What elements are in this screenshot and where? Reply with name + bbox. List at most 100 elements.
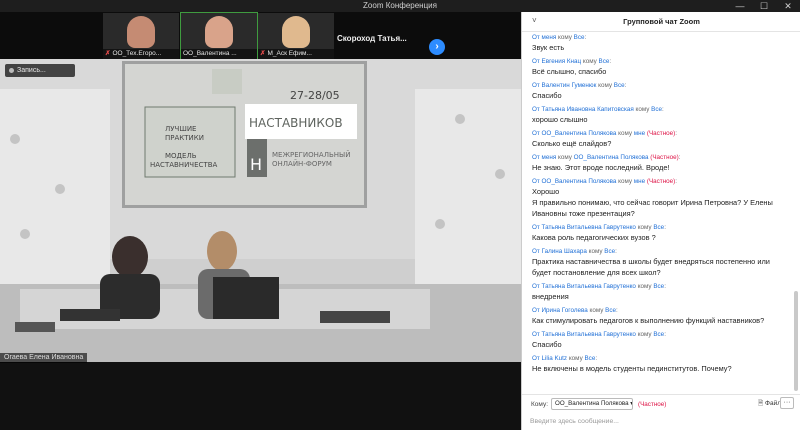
chat-composer: Кому: ОО_Валентина Полякова ▾ (Частное) …: [522, 394, 800, 430]
video-area: ✗ ОО_Тех.Егоро... ОО_Валентина ... ✗ М_Аск…: [0, 12, 521, 430]
window-title: Zoom Конференция: [363, 1, 437, 10]
chat-message: От меня кому Все: Звук есть: [532, 33, 792, 53]
record-button[interactable]: Запись...: [5, 64, 75, 77]
slide-title: НАСТАВНИКОВ: [249, 116, 343, 130]
message-to-word: кому: [598, 82, 613, 89]
message-text: Звук есть: [532, 43, 565, 52]
message-text: Сколько ещё слайдов?: [532, 139, 612, 148]
private-badge: (Частное): [650, 154, 679, 161]
message-recipient: мне: [633, 178, 646, 185]
more-options-button[interactable]: ···: [780, 397, 794, 409]
chat-message: От ОО_Валентина Полякова кому мне (Частн…: [532, 177, 792, 219]
chat-scrollbar[interactable]: [793, 33, 799, 394]
message-recipient: Все: [604, 248, 616, 255]
message-to-word: кому: [589, 307, 604, 314]
chat-message: От Татьяна Витальевна Гаврутенко кому Вс…: [532, 282, 792, 302]
chat-message-meta: От Валентин Гуменюк кому Все:: [532, 82, 627, 89]
chat-message-meta: От Ирина Гоголева кому Все:: [532, 307, 618, 314]
message-to-word: кому: [558, 34, 572, 41]
message-to-word: кому: [582, 58, 597, 65]
title-bar: Zoom Конференция — ☐ ✕: [0, 0, 800, 12]
recipient-label: Кому:: [531, 401, 548, 408]
message-to-word: кому: [637, 283, 652, 290]
slide-letter: Н: [250, 155, 262, 174]
minimize-button[interactable]: —: [728, 0, 752, 12]
message-sender: От Евгения Кнац: [532, 58, 582, 65]
chat-message: От Татьяна Ивановна Капитовская кому Все…: [532, 105, 792, 125]
maximize-button[interactable]: ☐: [752, 0, 776, 12]
chat-message: От Татьяна Витальевна Гаврутенко кому Вс…: [532, 223, 792, 243]
chat-message-meta: От Евгения Кнац кому Все:: [532, 58, 612, 65]
participant-thumbnail[interactable]: ✗ ОО_Тех.Егоро...: [103, 13, 179, 59]
record-label: Запись...: [17, 67, 46, 74]
message-sender: От ОО_Валентина Полякова: [532, 178, 617, 185]
message-recipient: Все: [653, 283, 665, 290]
message-recipient: Все: [613, 82, 625, 89]
participant-thumbnail[interactable]: ✗ М_Аск Ефим...: [258, 13, 334, 59]
message-sender: От ОО_Валентина Полякова: [532, 130, 617, 137]
participant-name: ОО_Валентина ...: [183, 50, 237, 57]
message-sender: От Татьяна Ивановна Капитовская: [532, 106, 634, 113]
chat-message: От Галина Шахара кому Все: Практика наста…: [532, 247, 792, 278]
participant-name-tile[interactable]: Скороход Татья...: [337, 29, 421, 49]
close-button[interactable]: ✕: [776, 0, 800, 12]
message-text: хорошо слышно: [532, 115, 588, 124]
file-label: Файл: [765, 400, 782, 407]
next-page-button[interactable]: ›: [429, 39, 445, 55]
message-recipient: ОО_Валентина Полякова: [573, 154, 649, 161]
message-to-word: кому: [618, 178, 633, 185]
message-sender: От Галина Шахара: [532, 248, 587, 255]
message-recipient: Все: [651, 106, 663, 113]
chat-message: От Евгения Кнац кому Все: Всё слышно, спа…: [532, 57, 792, 77]
chat-message-meta: От Lilia Kutz кому Все:: [532, 355, 598, 362]
participant-thumbnail-active[interactable]: ОО_Валентина ...: [180, 12, 258, 60]
message-to-word: кому: [637, 331, 652, 338]
chat-message-meta: От ОО_Валентина Полякова кому мне (Частн…: [532, 130, 678, 137]
message-to-word: кому: [635, 106, 650, 113]
message-text: Спасибо: [532, 91, 562, 100]
slide-text: ОНЛАЙН-ФОРУМ: [272, 159, 332, 168]
message-recipient: Все: [653, 224, 665, 231]
message-text: внедрения: [532, 292, 569, 301]
message-sender: От Ирина Гоголева: [532, 307, 588, 314]
message-text: Хорошо Я правильно понимаю, что сейчас г…: [532, 187, 773, 218]
slide-text: ПРАКТИКИ: [165, 134, 204, 142]
chat-message: От Валентин Гуменюк кому Все: Спасибо: [532, 81, 792, 101]
message-recipient: Все: [653, 331, 665, 338]
active-speaker-name: Огаева Елена Ивановна: [0, 353, 88, 363]
message-to-word: кому: [588, 248, 603, 255]
chat-message-meta: От Татьяна Витальевна Гаврутенко кому Вс…: [532, 331, 666, 338]
slide-text: НАСТАВНИЧЕСТВА: [150, 161, 217, 169]
scrollbar-thumb[interactable]: [794, 291, 798, 391]
message-text: Как стимулировать педагогов к выполнению…: [532, 316, 765, 325]
slide-text: МОДЕЛЬ: [165, 152, 197, 160]
private-badge: (Частное): [646, 130, 676, 137]
message-recipient: Все: [584, 355, 596, 362]
mic-muted-icon: ✗: [105, 50, 111, 57]
chat-panel: ˅ Групповой чат Zoom От меня кому Все: Зв…: [521, 12, 800, 430]
participant-name: М_Аск Ефим...: [267, 50, 312, 57]
chat-message: От Lilia Kutz кому Все: Не включены в мод…: [532, 354, 792, 374]
message-text: Не включены в модель студенты пединститу…: [532, 364, 732, 373]
chat-message-meta: От Татьяна Витальевна Гаврутенко кому Вс…: [532, 283, 666, 290]
message-text: Спасибо: [532, 340, 562, 349]
private-label: (Частное): [638, 401, 667, 408]
record-icon: [9, 67, 14, 73]
slide-text: МЕЖРЕГИОНАЛЬНЫЙ: [272, 150, 350, 159]
file-button[interactable]: 🗎 Файл: [758, 399, 781, 410]
recipient-select[interactable]: ОО_Валентина Полякова ▾: [551, 398, 633, 410]
message-sender: От Татьяна Витальевна Гаврутенко: [532, 224, 636, 231]
mic-muted-icon: ✗: [260, 50, 266, 57]
private-badge: (Частное): [646, 178, 676, 185]
message-to-word: кому: [618, 130, 633, 137]
message-text: Какова роль педагогических вузов ?: [532, 233, 656, 242]
message-recipient: Все: [605, 307, 617, 314]
slide-date: 27-28/05: [290, 89, 340, 102]
participant-video: [205, 16, 233, 48]
chat-message-input[interactable]: [530, 415, 792, 427]
chat-message-meta: От меня кому ОО_Валентина Полякова (Част…: [532, 154, 681, 161]
message-text: Не знаю. Этот вроде последний. Вроде!: [532, 163, 670, 172]
message-sender: От Татьяна Витальевна Гаврутенко: [532, 283, 636, 290]
message-text: Практика наставничества в школы будет вн…: [532, 257, 770, 277]
chat-message: От Татьяна Витальевна Гаврутенко кому Вс…: [532, 330, 792, 350]
